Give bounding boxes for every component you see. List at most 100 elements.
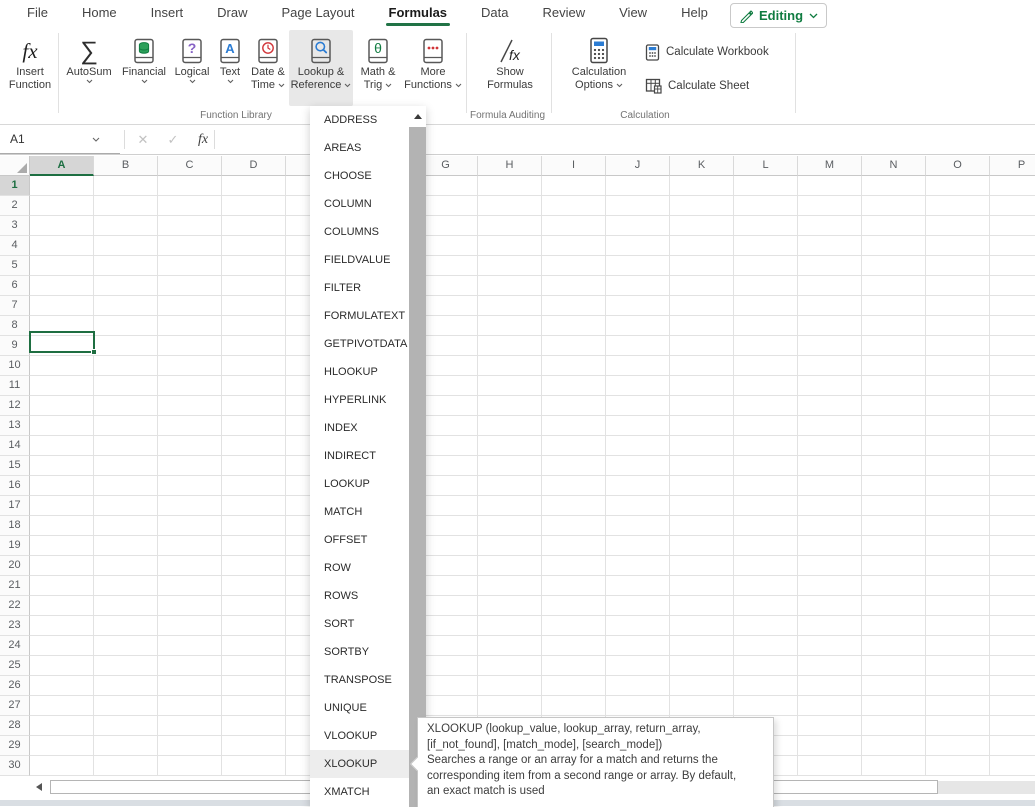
row-header[interactable]: 16 [0,476,30,496]
menu-item[interactable]: LOOKUP [310,470,409,498]
scroll-up-button[interactable] [409,106,426,127]
ribbon-tab[interactable]: View [602,0,664,28]
insert-function-button[interactable]: fx Insert Function [2,30,58,106]
ribbon-tab[interactable]: File [10,0,65,28]
menu-item[interactable]: XMATCH [310,778,409,806]
editing-mode-button[interactable]: Editing [730,3,827,28]
column-header[interactable]: L [734,156,798,176]
row-header[interactable]: 19 [0,536,30,556]
menu-item[interactable]: INDEX [310,414,409,442]
column-header[interactable]: H [478,156,542,176]
row-header[interactable]: 4 [0,236,30,256]
enter-button[interactable]: ✓ [160,125,186,154]
column-header[interactable]: I [542,156,606,176]
row-header[interactable]: 12 [0,396,30,416]
ribbon-tab[interactable]: Formulas [372,0,465,28]
ribbon-tab[interactable]: Help [664,0,725,28]
menu-item[interactable]: TRANSPOSE [310,666,409,694]
autosum-button[interactable]: ∑ AutoSum [61,30,117,106]
column-header[interactable]: N [862,156,926,176]
menu-item[interactable]: HYPERLINK [310,386,409,414]
row-header[interactable]: 1 [0,176,30,196]
menu-item[interactable]: COLUMNS [310,218,409,246]
row-header[interactable]: 10 [0,356,30,376]
cancel-button[interactable]: ✕ [130,125,156,154]
menu-item[interactable]: OFFSET [310,526,409,554]
menu-item[interactable]: FILTER [310,274,409,302]
menu-item[interactable]: XLOOKUP [310,750,409,778]
menu-item[interactable]: INDIRECT [310,442,409,470]
ribbon-tab[interactable]: Review [526,0,603,28]
menu-item[interactable]: AREAS [310,134,409,162]
row-header[interactable]: 21 [0,576,30,596]
menu-item[interactable]: HLOOKUP [310,358,409,386]
math-trig-button[interactable]: θ Math & Trig [354,30,402,106]
row-header[interactable]: 27 [0,696,30,716]
row-header[interactable]: 9 [0,336,30,356]
select-all-corner[interactable] [0,156,30,176]
menu-item[interactable]: SORTBY [310,638,409,666]
ribbon-tab[interactable]: Page Layout [265,0,372,28]
text-button[interactable]: A Text [212,30,248,106]
row-header[interactable]: 18 [0,516,30,536]
ribbon-tab[interactable]: Data [464,0,525,28]
fill-handle[interactable] [91,349,97,355]
column-header[interactable]: P [990,156,1035,176]
menu-item[interactable]: VLOOKUP [310,722,409,750]
row-header[interactable]: 28 [0,716,30,736]
column-header[interactable]: D [222,156,286,176]
menu-item[interactable]: GETPIVOTDATA [310,330,409,358]
menu-item[interactable]: MATCH [310,498,409,526]
more-functions-button[interactable]: More Functions [402,30,464,106]
menu-item[interactable]: SORT [310,610,409,638]
calculate-workbook-button[interactable]: Calculate Workbook [645,40,769,64]
column-header[interactable]: J [606,156,670,176]
row-header[interactable]: 14 [0,436,30,456]
logical-button[interactable]: ? Logical [171,30,213,106]
column-header[interactable]: C [158,156,222,176]
calculate-sheet-button[interactable]: Calculate Sheet [645,74,769,98]
lookup-reference-button[interactable]: Lookup & Reference [289,30,353,106]
row-header[interactable]: 30 [0,756,30,776]
column-header[interactable]: K [670,156,734,176]
row-header[interactable]: 11 [0,376,30,396]
cells-area[interactable] [30,176,1035,776]
row-header[interactable]: 2 [0,196,30,216]
row-header[interactable]: 26 [0,676,30,696]
row-header[interactable]: 25 [0,656,30,676]
menu-item[interactable]: CHOOSE [310,162,409,190]
menu-item[interactable]: ADDRESS [310,106,409,134]
column-header[interactable]: M [798,156,862,176]
calculation-options-button[interactable]: Calculation Options [558,30,640,106]
row-header[interactable]: 8 [0,316,30,336]
row-header[interactable]: 20 [0,556,30,576]
ribbon-tab[interactable]: Insert [134,0,201,28]
row-header[interactable]: 3 [0,216,30,236]
menu-item[interactable]: ROW [310,554,409,582]
menu-item[interactable]: UNIQUE [310,694,409,722]
menu-item[interactable]: FORMULATEXT [310,302,409,330]
name-box-input[interactable] [0,132,92,146]
show-formulas-button[interactable]: fx Show Formulas [474,30,546,106]
row-header[interactable]: 29 [0,736,30,756]
row-header[interactable]: 15 [0,456,30,476]
ribbon-tab[interactable]: Home [65,0,134,28]
menu-item[interactable]: COLUMN [310,190,409,218]
row-header[interactable]: 7 [0,296,30,316]
menu-item[interactable]: ROWS [310,582,409,610]
row-header[interactable]: 13 [0,416,30,436]
menu-scrollbar-thumb[interactable] [409,127,426,807]
row-header[interactable]: 22 [0,596,30,616]
name-box[interactable] [0,125,120,154]
column-header[interactable]: B [94,156,158,176]
row-header[interactable]: 24 [0,636,30,656]
column-header[interactable]: O [926,156,990,176]
row-header[interactable]: 5 [0,256,30,276]
insert-function-fx-button[interactable]: fx [190,125,216,154]
ribbon-tab[interactable]: Draw [200,0,264,28]
financial-button[interactable]: Financial [117,30,171,106]
row-header[interactable]: 17 [0,496,30,516]
scroll-left-arrow-icon[interactable] [36,783,42,791]
column-header[interactable]: A [30,156,94,176]
menu-item[interactable]: FIELDVALUE [310,246,409,274]
